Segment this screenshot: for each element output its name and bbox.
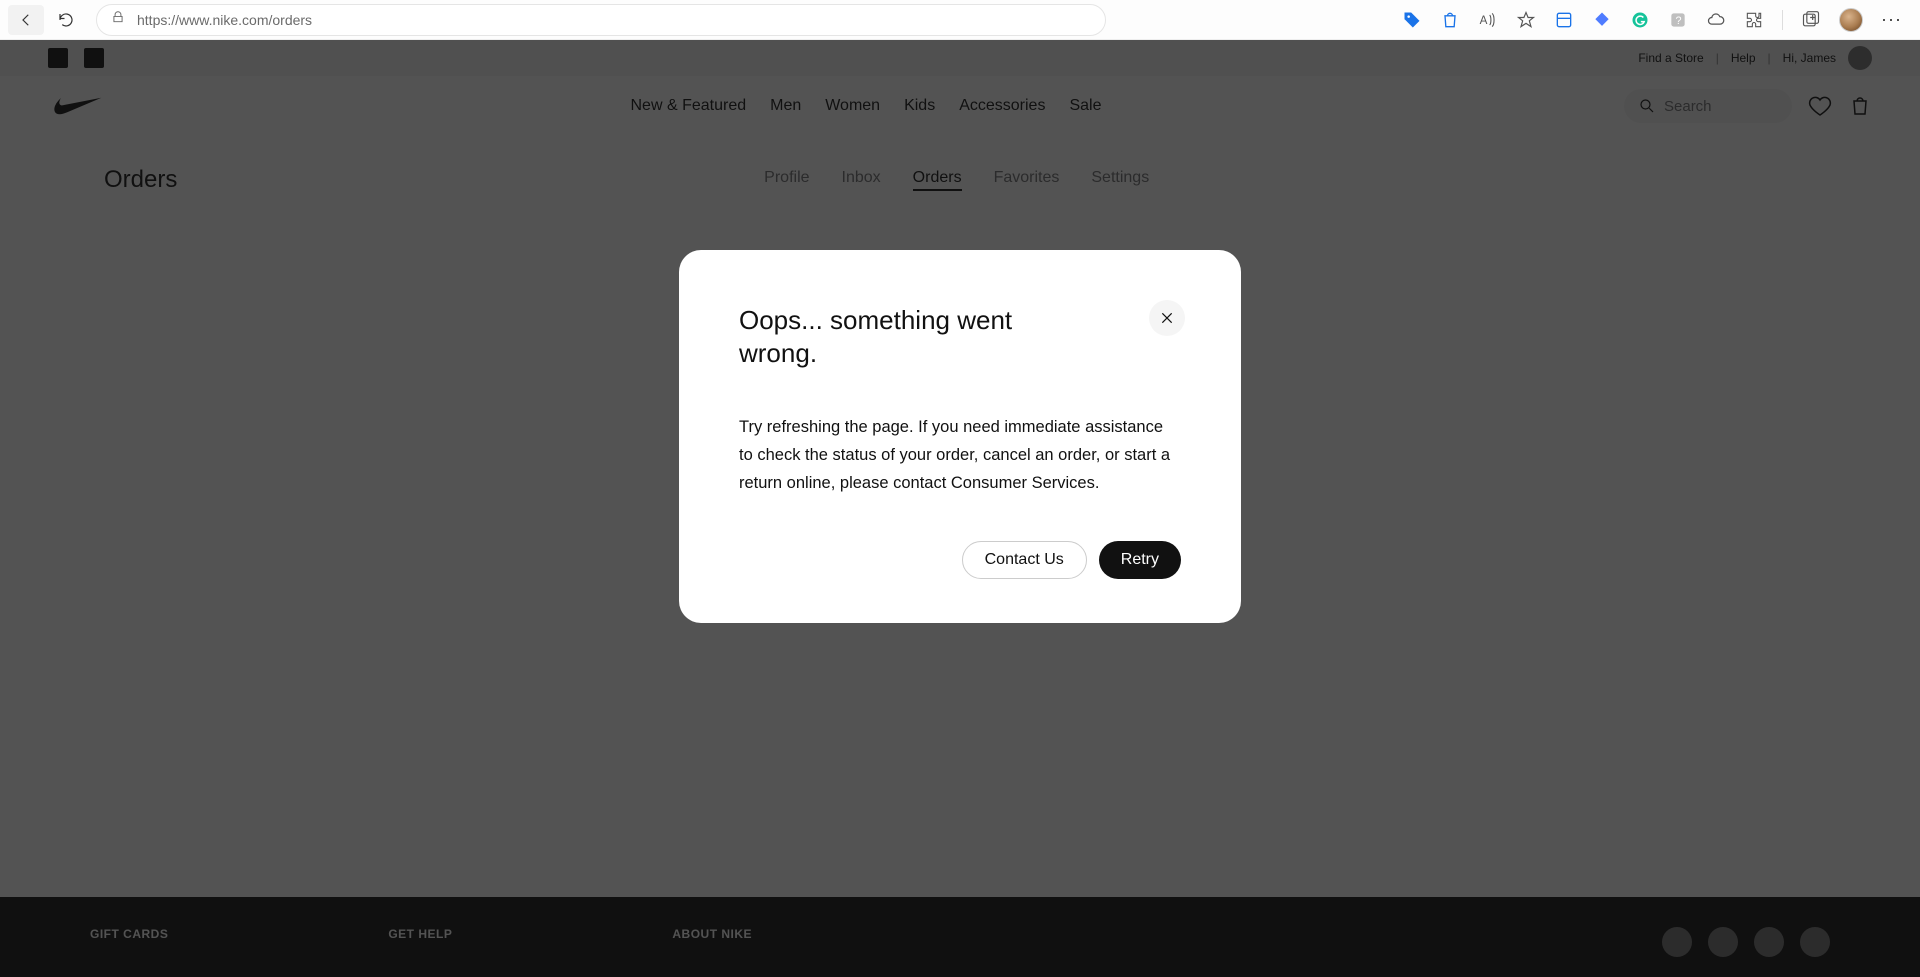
svg-text:A: A bbox=[1480, 14, 1488, 27]
help-icon[interactable]: ? bbox=[1668, 10, 1688, 30]
back-button[interactable] bbox=[8, 5, 44, 35]
add-tab-icon[interactable] bbox=[1801, 10, 1821, 30]
toolbar-separator bbox=[1782, 10, 1783, 30]
favorites-icon[interactable] bbox=[1516, 10, 1536, 30]
modal-actions: Contact Us Retry bbox=[739, 541, 1181, 579]
grammarly-icon[interactable] bbox=[1630, 10, 1650, 30]
url-text: https://www.nike.com/orders bbox=[137, 12, 312, 28]
error-modal: Oops... something went wrong. Try refres… bbox=[679, 250, 1241, 623]
collections-icon[interactable] bbox=[1554, 10, 1574, 30]
diamond-icon[interactable] bbox=[1592, 10, 1612, 30]
modal-title: Oops... something went wrong. bbox=[739, 304, 1059, 369]
browser-toolbar: https://www.nike.com/orders A ? bbox=[0, 0, 1920, 40]
lock-icon bbox=[111, 10, 125, 29]
page: Find a Store | Help | Hi, James New & Fe… bbox=[0, 40, 1920, 977]
refresh-button[interactable] bbox=[48, 5, 84, 35]
shopping-bag-icon[interactable] bbox=[1440, 10, 1460, 30]
shopping-tag-icon[interactable] bbox=[1402, 10, 1422, 30]
toolbar-right: A ? ··· bbox=[1402, 8, 1912, 32]
retry-button[interactable]: Retry bbox=[1099, 541, 1181, 579]
close-button[interactable] bbox=[1149, 300, 1185, 336]
close-icon bbox=[1159, 310, 1175, 326]
cloud-icon[interactable] bbox=[1706, 10, 1726, 30]
contact-us-button[interactable]: Contact Us bbox=[962, 541, 1087, 579]
more-menu-icon[interactable]: ··· bbox=[1881, 9, 1902, 30]
extensions-icon[interactable] bbox=[1744, 10, 1764, 30]
modal-overlay: Oops... something went wrong. Try refres… bbox=[0, 40, 1920, 977]
url-bar[interactable]: https://www.nike.com/orders bbox=[96, 4, 1106, 36]
profile-avatar[interactable] bbox=[1839, 8, 1863, 32]
modal-body: Try refreshing the page. If you need imm… bbox=[739, 413, 1181, 497]
read-aloud-icon[interactable]: A bbox=[1478, 10, 1498, 30]
svg-text:?: ? bbox=[1676, 15, 1682, 27]
